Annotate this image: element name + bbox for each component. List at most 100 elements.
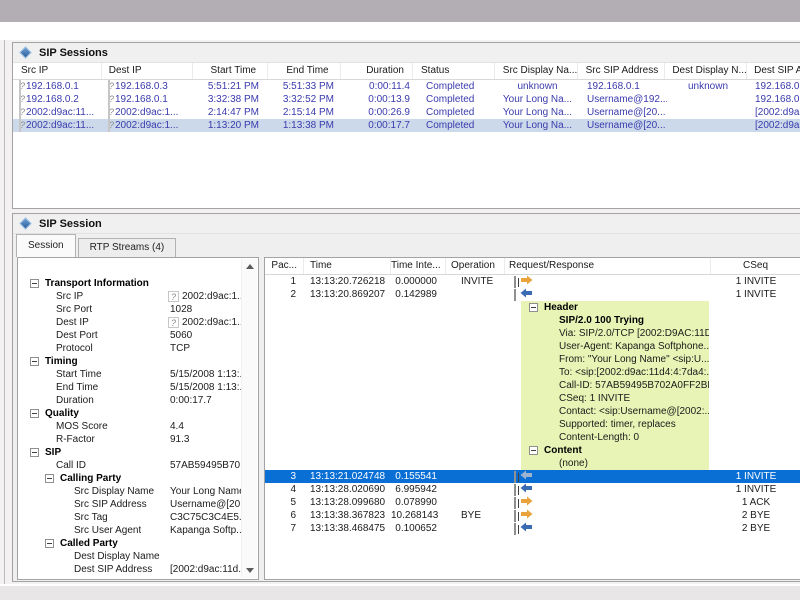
column-header-status[interactable]: Status bbox=[413, 63, 495, 79]
sip-message-row[interactable]: 113:13:20.7262180.000000INVITEINVITE sip… bbox=[265, 275, 800, 288]
column-header-dest_sip[interactable]: Dest SIP Add... bbox=[747, 63, 800, 79]
session-row[interactable]: 192.168.0.2192.168.0.13:32:38 PM3:32:52 … bbox=[13, 93, 800, 106]
tree-scrollbar[interactable] bbox=[241, 259, 257, 578]
tree-item[interactable]: Timing bbox=[18, 355, 243, 368]
column-header-msg-1[interactable]: Time bbox=[304, 258, 391, 274]
column-header-dest_ip[interactable]: Dest IP bbox=[102, 63, 193, 79]
tree-item[interactable]: Src SIP AddressUsername@[20... bbox=[18, 498, 243, 511]
tree-item[interactable]: Dest Display Name bbox=[18, 550, 243, 563]
tree-item[interactable]: Call ID57AB59495B70... bbox=[18, 459, 243, 472]
scroll-down-icon[interactable] bbox=[246, 568, 254, 573]
sip-message-row[interactable]: 313:13:21.0247480.155541180 Ringing1 INV… bbox=[265, 470, 800, 483]
tree-item[interactable]: Duration0:00:17.7 bbox=[18, 394, 243, 407]
tree-item-left: Src IP bbox=[18, 290, 168, 303]
sip-message-row[interactable]: 713:13:38.4684750.100652200 OK2 BYE bbox=[265, 522, 800, 535]
collapse-icon[interactable] bbox=[30, 409, 39, 418]
tree-item[interactable]: Transport Information bbox=[18, 277, 243, 290]
tree-item-left: Src User Agent bbox=[18, 524, 168, 537]
tree-value-text: [2002:d9ac:11d... bbox=[170, 563, 247, 576]
cell-duration: 0:00:26.9 bbox=[342, 106, 414, 119]
collapse-icon[interactable] bbox=[529, 446, 538, 455]
cell-dest_display: unknown bbox=[667, 80, 749, 93]
column-header-start_time[interactable]: Start Time bbox=[193, 63, 269, 79]
cell-request-response: BYE sip:Username@[2002:D9AC:11D... bbox=[505, 509, 711, 522]
tree-item[interactable]: Src TagC3C75C3C4E5... bbox=[18, 511, 243, 524]
tree-item[interactable]: MOS Score 4.4 bbox=[18, 420, 243, 433]
collapse-icon[interactable] bbox=[529, 303, 538, 312]
tree-value-text: 4.4 bbox=[170, 420, 184, 433]
expand-icon[interactable] bbox=[514, 510, 516, 522]
cell-start_time: 5:51:21 PM bbox=[193, 80, 269, 93]
cell-status: Completed bbox=[414, 119, 496, 132]
expand-icon[interactable] bbox=[514, 523, 516, 535]
tab-rtp-streams-4-[interactable]: RTP Streams (4) bbox=[78, 238, 177, 257]
cell-text: 192.168.0.1 bbox=[115, 94, 168, 105]
column-header-msg-4[interactable]: Request/Response bbox=[505, 258, 711, 274]
sip-message-row[interactable]: 413:13:28.0206906.995942200 OK1 INVITE bbox=[265, 483, 800, 496]
collapse-icon[interactable] bbox=[30, 448, 39, 457]
detail-content-row: Content bbox=[521, 444, 709, 457]
cell-cseq: 1 INVITE bbox=[711, 288, 800, 301]
column-header-src_ip[interactable]: Src IP bbox=[13, 63, 102, 79]
collapse-icon[interactable] bbox=[514, 289, 516, 301]
tree-item-left: Call ID bbox=[18, 459, 168, 472]
tree-item[interactable]: Dest IP2002:d9ac:1... bbox=[18, 316, 243, 329]
column-header-msg-2[interactable]: Time Inte... bbox=[391, 258, 446, 274]
tree-item[interactable]: Src User AgentKapanga Softp... bbox=[18, 524, 243, 537]
tree-item[interactable]: Quality bbox=[18, 407, 243, 420]
tree-item[interactable]: SIP bbox=[18, 446, 243, 459]
column-header-duration[interactable]: Duration bbox=[341, 63, 413, 79]
tree-item[interactable]: End Time5/15/2008 1:13:... bbox=[18, 381, 243, 394]
cell-text: 192.168.0.2 bbox=[26, 94, 79, 105]
cell-end_time: 2:15:14 PM bbox=[269, 106, 342, 119]
scroll-up-icon[interactable] bbox=[246, 264, 254, 269]
session-row[interactable]: 2002:d9ac:11...2002:d9ac:1...2:14:47 PM2… bbox=[13, 106, 800, 119]
tree-item[interactable]: R-Factor91.3 bbox=[18, 433, 243, 446]
column-header-msg-5[interactable]: CSeq bbox=[711, 258, 800, 274]
tree-item-label: Start Time bbox=[56, 368, 102, 381]
tree-value-text: 1028 bbox=[170, 303, 192, 316]
tree-item[interactable]: Src IP2002:d9ac:1... bbox=[18, 290, 243, 303]
column-header-src_sip[interactable]: Src SIP Address bbox=[578, 63, 666, 79]
cell-request-response: 180 Ringing bbox=[505, 470, 711, 483]
cell-src_display: Your Long Na... bbox=[496, 106, 579, 119]
tree-item-left: Dest SIP Address bbox=[18, 563, 168, 576]
tree-value-text: 5/15/2008 1:13:... bbox=[170, 381, 248, 394]
tree-item-left: End Time bbox=[18, 381, 168, 394]
collapse-icon[interactable] bbox=[30, 279, 39, 288]
collapse-icon[interactable] bbox=[30, 357, 39, 366]
column-header-end_time[interactable]: End Time bbox=[268, 63, 341, 79]
column-header-src_display[interactable]: Src Display Na... bbox=[495, 63, 578, 79]
tree-item[interactable]: Dest Port5060 bbox=[18, 329, 243, 342]
tree-item[interactable]: ProtocolTCP bbox=[18, 342, 243, 355]
sip-message-row[interactable]: 613:13:38.36782310.268143BYEBYE sip:User… bbox=[265, 509, 800, 522]
question-icon bbox=[19, 119, 21, 132]
expand-icon[interactable] bbox=[514, 471, 516, 483]
column-header-msg-3[interactable]: Operation bbox=[446, 258, 505, 274]
collapse-icon[interactable] bbox=[45, 474, 54, 483]
toolbar-gap bbox=[0, 22, 800, 40]
sip-message-row[interactable]: 513:13:28.0996800.078990ACK sip:Username… bbox=[265, 496, 800, 509]
tree-item-label: MOS Score bbox=[56, 420, 108, 433]
tree-item[interactable]: Dest SIP Address[2002:d9ac:11d... bbox=[18, 563, 243, 576]
session-row[interactable]: 2002:d9ac:11...2002:d9ac:1...1:13:20 PM1… bbox=[13, 119, 800, 132]
expand-icon[interactable] bbox=[514, 484, 516, 496]
tree-item[interactable]: Src Display NameYour Long Name bbox=[18, 485, 243, 498]
session-row[interactable]: 192.168.0.1192.168.0.35:51:21 PM5:51:33 … bbox=[13, 80, 800, 93]
cell-num: 4 bbox=[265, 483, 304, 496]
expand-icon[interactable] bbox=[514, 276, 516, 288]
cell-src_ip: 192.168.0.2 bbox=[13, 93, 102, 106]
tree-item[interactable]: Called Party bbox=[18, 537, 243, 550]
tree-item[interactable]: Calling Party bbox=[18, 472, 243, 485]
tree-item-label: Src Tag bbox=[74, 511, 108, 524]
column-header-dest_display[interactable]: Dest Display N... bbox=[665, 63, 747, 79]
tree-item[interactable]: Src Port1028 bbox=[18, 303, 243, 316]
window-titlebar-band bbox=[0, 0, 800, 22]
collapse-icon[interactable] bbox=[45, 539, 54, 548]
sip-message-row[interactable]: 213:13:20.8692070.142989100 Trying1 INVI… bbox=[265, 288, 800, 301]
expand-icon[interactable] bbox=[514, 497, 516, 509]
tab-session[interactable]: Session bbox=[16, 234, 76, 257]
tree-item[interactable]: Start Time5/15/2008 1:13:... bbox=[18, 368, 243, 381]
cell-src_sip: Username@[20... bbox=[579, 119, 667, 132]
column-header-msg-0[interactable]: Pac... bbox=[265, 258, 304, 274]
